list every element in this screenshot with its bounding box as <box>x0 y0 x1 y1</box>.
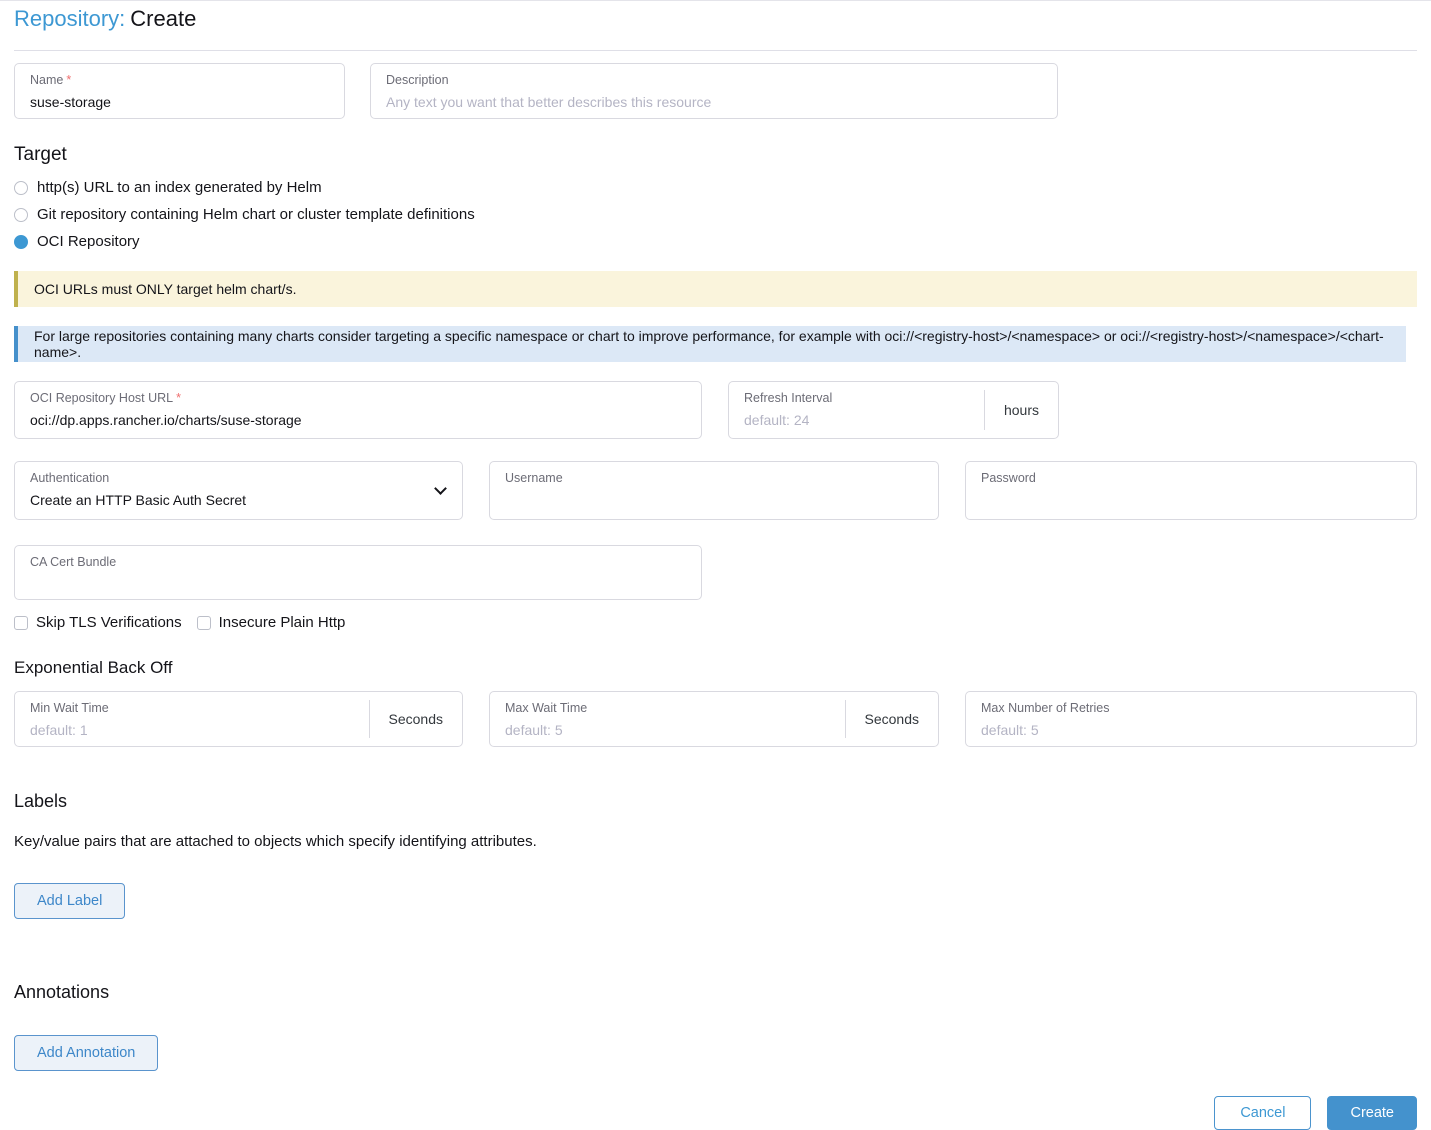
refresh-interval-label: Refresh Interval <box>744 391 969 406</box>
checkbox-label: Skip TLS Verifications <box>36 614 182 631</box>
ca-cert-bundle-input[interactable] <box>30 576 686 593</box>
name-description-row: Name* suse-storage Description Any text … <box>14 63 1417 119</box>
checkbox-label: Insecure Plain Http <box>219 614 346 631</box>
required-asterisk: * <box>66 73 71 87</box>
max-retries-input[interactable]: default: 5 <box>981 722 1401 739</box>
min-wait-time-unit: Seconds <box>369 700 462 738</box>
max-wait-time-unit: Seconds <box>845 700 938 738</box>
required-asterisk: * <box>176 391 181 405</box>
cancel-button[interactable]: Cancel <box>1214 1096 1311 1130</box>
labels-section: Labels Key/value pairs that are attached… <box>14 791 1417 919</box>
max-wait-time-input[interactable]: default: 5 <box>505 722 830 739</box>
oci-url-row: OCI Repository Host URL* oci://dp.apps.r… <box>14 381 1417 439</box>
tls-options-row: Skip TLS Verifications Insecure Plain Ht… <box>14 614 1417 631</box>
radio-label: http(s) URL to an index generated by Hel… <box>37 179 322 196</box>
name-label: Name* <box>30 73 329 88</box>
refresh-interval-field[interactable]: Refresh Interval default: 24 hours <box>728 381 1059 439</box>
target-heading: Target <box>14 144 1417 166</box>
radio-label: OCI Repository <box>37 233 140 250</box>
radio-option-http-url[interactable]: http(s) URL to an index generated by Hel… <box>14 179 1417 196</box>
max-wait-time-label: Max Wait Time <box>505 701 830 716</box>
name-field[interactable]: Name* suse-storage <box>14 63 345 119</box>
warning-banner: OCI URLs must ONLY target helm chart/s. <box>14 271 1417 307</box>
info-banner-text: For large repositories containing many c… <box>34 328 1390 360</box>
add-annotation-button[interactable]: Add Annotation <box>14 1035 158 1071</box>
labels-heading: Labels <box>14 791 1417 812</box>
description-field[interactable]: Description Any text you want that bette… <box>370 63 1058 119</box>
checkbox-icon[interactable] <box>14 616 28 630</box>
warning-banner-text: OCI URLs must ONLY target helm chart/s. <box>34 281 296 297</box>
name-input[interactable]: suse-storage <box>30 94 329 111</box>
min-wait-time-input[interactable]: default: 1 <box>30 722 354 739</box>
backoff-row: Min Wait Time default: 1 Seconds Max Wai… <box>14 691 1417 747</box>
authentication-label: Authentication <box>30 471 447 486</box>
backoff-heading: Exponential Back Off <box>14 658 1417 678</box>
radio-icon[interactable] <box>14 208 28 222</box>
radio-label: Git repository containing Helm chart or … <box>37 206 475 223</box>
info-banner: For large repositories containing many c… <box>14 326 1406 362</box>
ca-cert-bundle-field[interactable]: CA Cert Bundle <box>14 545 702 600</box>
insecure-plain-http-checkbox[interactable]: Insecure Plain Http <box>197 614 346 631</box>
footer-actions: Cancel Create <box>14 1096 1417 1130</box>
header-divider <box>14 50 1417 51</box>
password-field[interactable]: Password <box>965 461 1417 520</box>
refresh-interval-unit: hours <box>984 390 1058 430</box>
username-input[interactable] <box>505 492 923 509</box>
repository-create-page: Repository:Create Name* suse-storage Des… <box>0 1 1431 1130</box>
max-retries-field[interactable]: Max Number of Retries default: 5 <box>965 691 1417 747</box>
annotations-section: Annotations Add Annotation <box>14 982 1417 1071</box>
description-input[interactable]: Any text you want that better describes … <box>386 94 1042 111</box>
page-title-resource: Repository: <box>14 6 125 31</box>
password-label: Password <box>981 471 1401 486</box>
description-label: Description <box>386 73 1042 88</box>
oci-url-input[interactable]: oci://dp.apps.rancher.io/charts/suse-sto… <box>30 412 686 429</box>
authentication-select[interactable]: Authentication Create an HTTP Basic Auth… <box>14 461 463 520</box>
radio-selected-icon[interactable] <box>14 235 28 249</box>
page-title: Repository:Create <box>14 5 1417 33</box>
oci-url-field[interactable]: OCI Repository Host URL* oci://dp.apps.r… <box>14 381 702 439</box>
labels-description: Key/value pairs that are attached to obj… <box>14 833 1417 850</box>
min-wait-time-label: Min Wait Time <box>30 701 354 716</box>
refresh-interval-input[interactable]: default: 24 <box>744 412 969 429</box>
annotations-heading: Annotations <box>14 982 1417 1003</box>
max-wait-time-field[interactable]: Max Wait Time default: 5 Seconds <box>489 691 939 747</box>
password-input[interactable] <box>981 492 1401 509</box>
username-field[interactable]: Username <box>489 461 939 520</box>
ca-cert-bundle-label: CA Cert Bundle <box>30 555 686 570</box>
authentication-row: Authentication Create an HTTP Basic Auth… <box>14 461 1417 520</box>
radio-icon[interactable] <box>14 181 28 195</box>
oci-url-label: OCI Repository Host URL* <box>30 391 686 406</box>
page-title-action: Create <box>130 6 196 31</box>
authentication-value: Create an HTTP Basic Auth Secret <box>30 492 447 509</box>
radio-option-oci-repository[interactable]: OCI Repository <box>14 233 1417 250</box>
min-wait-time-field[interactable]: Min Wait Time default: 1 Seconds <box>14 691 463 747</box>
skip-tls-verifications-checkbox[interactable]: Skip TLS Verifications <box>14 614 182 631</box>
create-button[interactable]: Create <box>1327 1096 1417 1130</box>
checkbox-icon[interactable] <box>197 616 211 630</box>
username-label: Username <box>505 471 923 486</box>
max-retries-label: Max Number of Retries <box>981 701 1401 716</box>
radio-option-git-repository[interactable]: Git repository containing Helm chart or … <box>14 206 1417 223</box>
add-label-button[interactable]: Add Label <box>14 883 125 919</box>
